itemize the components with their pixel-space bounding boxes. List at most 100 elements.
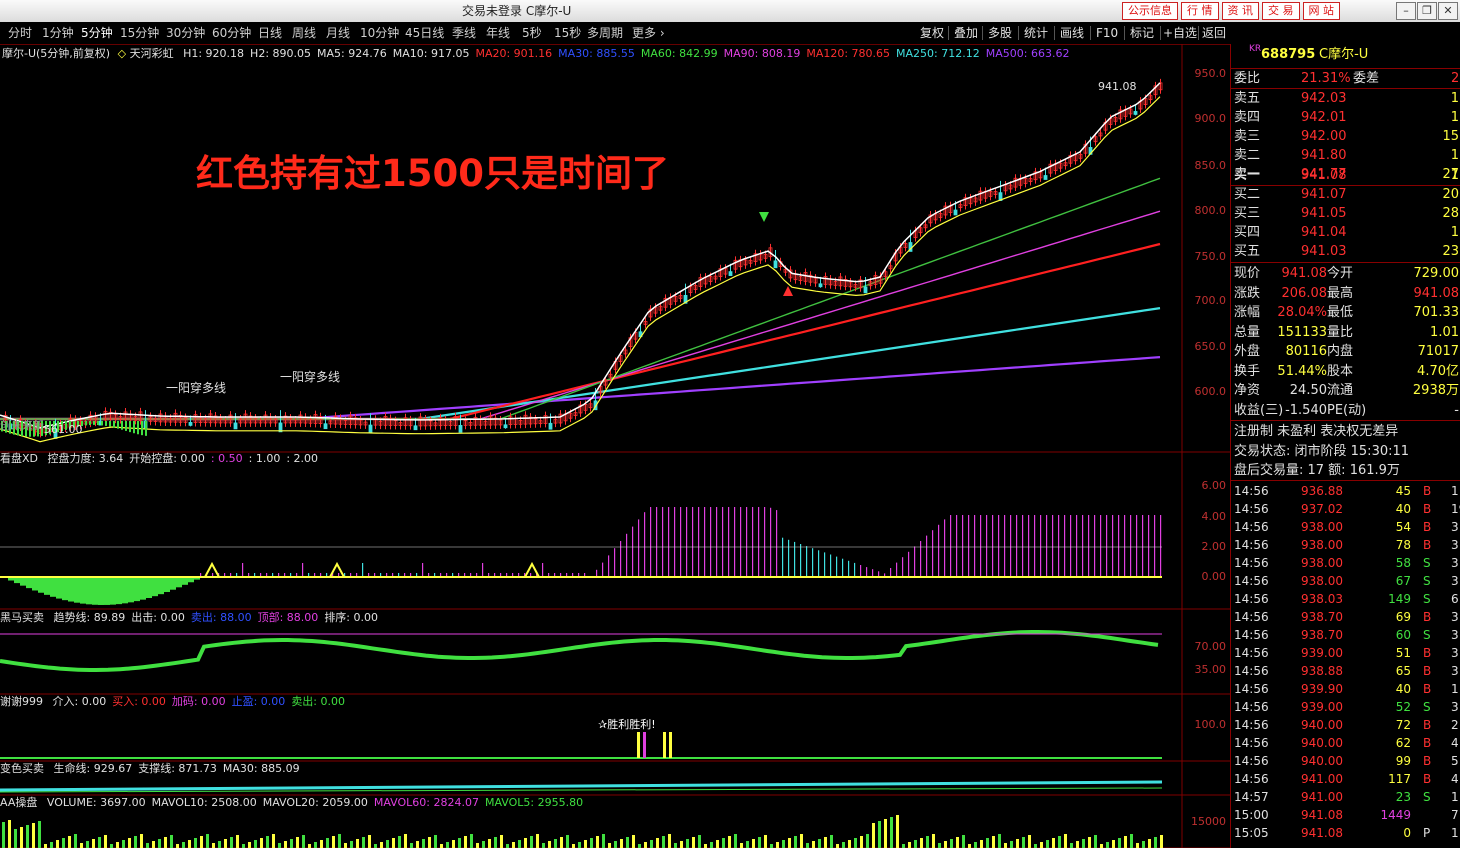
tick-row[interactable]: 14:56 938.70 69 B 3: [1231, 608, 1460, 626]
indicator-name[interactable]: ◇: [118, 47, 126, 60]
bids-row[interactable]: 买一 941.08 1: [1231, 166, 1460, 185]
tab-multi-period[interactable]: 多周期: [587, 22, 623, 44]
indicator-bar: [992, 515, 994, 577]
tab-daily[interactable]: 日线: [258, 22, 282, 44]
volume-bar: [170, 835, 173, 848]
tick-count: 4: [1451, 772, 1459, 786]
btn-adjust[interactable]: 复权: [920, 22, 944, 44]
asks-row[interactable]: 卖四 942.01 1: [1231, 108, 1460, 127]
asks-price: 942.00: [1301, 129, 1347, 144]
tick-price: 938.00: [1301, 538, 1343, 552]
tick-row[interactable]: 14:56 938.00 58 S 3: [1231, 554, 1460, 572]
candle-body: [458, 425, 463, 433]
tick-row[interactable]: 14:56 939.00 52 S 3: [1231, 698, 1460, 716]
restore-icon[interactable]: ❐: [1417, 2, 1437, 20]
bids-row[interactable]: 买五 941.03 23: [1231, 242, 1460, 261]
tab-more[interactable]: 更多 ›: [632, 22, 665, 44]
tick-row[interactable]: 14:56 938.88 65 B 3: [1231, 662, 1460, 680]
indicator-value: 出击: 0.00: [131, 611, 185, 624]
stat-value: 2938万: [1412, 383, 1459, 398]
tick-row[interactable]: 14:56 938.00 67 S 3: [1231, 572, 1460, 590]
indicator-bar: [866, 567, 868, 577]
asks-row[interactable]: 卖三 942.00 15: [1231, 127, 1460, 146]
indicator-value: : 2.00: [286, 452, 319, 465]
tick-time: 15:00: [1234, 808, 1269, 822]
tick-volume: 62: [1395, 736, 1411, 750]
tab-1min[interactable]: 1分钟: [42, 22, 74, 44]
tab-45day[interactable]: 45日线: [405, 22, 444, 44]
candle-body: [233, 422, 238, 430]
indicator-bar: [950, 515, 952, 577]
tab-yearly[interactable]: 年线: [486, 22, 510, 44]
indicator-bar: [722, 507, 724, 577]
minimize-icon[interactable]: –: [1396, 2, 1416, 20]
tab-quarterly[interactable]: 季线: [452, 22, 476, 44]
btn-draw-line[interactable]: 画线: [1060, 22, 1084, 44]
tick-row[interactable]: 14:56 938.00 78 B 3: [1231, 536, 1460, 554]
btn-mark[interactable]: 标记: [1130, 22, 1154, 44]
stat-label: 外盘: [1234, 344, 1261, 359]
close-icon[interactable]: ✕: [1438, 2, 1458, 20]
tick-row[interactable]: 15:05 941.08 0 P 1: [1231, 824, 1460, 842]
tick-row[interactable]: 14:56 936.88 45 B 1: [1231, 482, 1460, 500]
tick-row[interactable]: 14:56 938.00 54 B 3: [1231, 518, 1460, 536]
link-website[interactable]: 网 站: [1302, 2, 1340, 20]
volume-bar: [512, 842, 515, 848]
tab-10min[interactable]: 10分钟: [360, 22, 399, 44]
tick-row[interactable]: 15:00 941.08 1449 716: [1231, 806, 1460, 824]
tick-row[interactable]: 14:56 940.00 72 B 2: [1231, 716, 1460, 734]
btn-add-favorite[interactable]: +自选: [1163, 22, 1197, 44]
tab-weekly[interactable]: 周线: [292, 22, 316, 44]
link-news[interactable]: 资 讯: [1221, 2, 1259, 20]
tick-row[interactable]: 14:56 939.00 51 B 3: [1231, 644, 1460, 662]
sub5-name: AA操盘: [0, 796, 38, 809]
tick-row[interactable]: 14:56 941.00 117 B 4: [1231, 770, 1460, 788]
stat-value: 941.08: [1413, 285, 1460, 301]
tick-row[interactable]: 14:56 940.00 99 B 5: [1231, 752, 1460, 770]
tab-5sec[interactable]: 5秒: [522, 22, 542, 44]
bids-row[interactable]: 买四 941.04 1: [1231, 223, 1460, 242]
volume-bar: [1088, 837, 1091, 848]
volume-bar: [794, 836, 797, 848]
btn-statistics[interactable]: 统计: [1024, 22, 1048, 44]
btn-back[interactable]: 返回: [1202, 22, 1226, 44]
indicator-bar: [182, 577, 188, 585]
volume-bar: [770, 844, 773, 848]
volume-bar: [842, 842, 845, 848]
indicator-bar: [92, 577, 98, 605]
link-trade[interactable]: 交 易: [1262, 2, 1300, 20]
sub1-name: 看盘XD: [0, 452, 39, 465]
tab-60min[interactable]: 60分钟: [212, 22, 251, 44]
tick-row[interactable]: 14:56 939.90 40 B 1: [1231, 680, 1460, 698]
tab-minute[interactable]: 分时: [8, 22, 32, 44]
tab-15min[interactable]: 15分钟: [120, 22, 159, 44]
asks-row[interactable]: 卖五 942.03 1: [1231, 89, 1460, 108]
asks-row[interactable]: 卖二 941.80 1: [1231, 146, 1460, 165]
stat-label: 现价: [1234, 266, 1261, 281]
btn-multi-stock[interactable]: 多股: [988, 22, 1012, 44]
tick-row[interactable]: 14:56 940.00 62 B 4: [1231, 734, 1460, 752]
axis-label: 600.0: [1194, 385, 1227, 398]
tick-count: 3: [1451, 664, 1459, 678]
btn-overlay[interactable]: 叠加: [954, 22, 978, 44]
tick-time: 14:56: [1234, 592, 1269, 606]
tick-row[interactable]: 14:57 941.00 23 S 1: [1231, 788, 1460, 806]
link-announcement[interactable]: 公示信息: [1122, 2, 1178, 20]
bids-row[interactable]: 买三 941.05 28: [1231, 204, 1460, 223]
indicator-value: 加码: 0.00: [171, 695, 226, 708]
tick-row[interactable]: 14:56 938.70 60 S 3: [1231, 626, 1460, 644]
tab-5min[interactable]: 5分钟: [81, 22, 113, 44]
tab-monthly[interactable]: 月线: [326, 22, 350, 44]
btn-f10[interactable]: F10: [1096, 22, 1118, 44]
volume-bar: [818, 839, 821, 848]
bids-row[interactable]: 买二 941.07 20: [1231, 185, 1460, 204]
tick-row[interactable]: 14:56 937.02 40 B 19: [1231, 500, 1460, 518]
link-market[interactable]: 行 情: [1181, 2, 1219, 20]
sub5-header: AA操盘 VOLUME: 3697.00 MAVOL10: 2508.00 MAVO…: [0, 796, 583, 810]
ma-values: H1: 920.18 H2: 890.05 MA5: 924.76 MA10: 917…: [177, 47, 1069, 60]
tab-30min[interactable]: 30分钟: [166, 22, 205, 44]
tick-row[interactable]: 14:56 938.03 149 S 6: [1231, 590, 1460, 608]
tab-15sec[interactable]: 15秒: [554, 22, 581, 44]
axis-label: 6.00: [1201, 479, 1227, 492]
volume-bar: [656, 838, 659, 848]
